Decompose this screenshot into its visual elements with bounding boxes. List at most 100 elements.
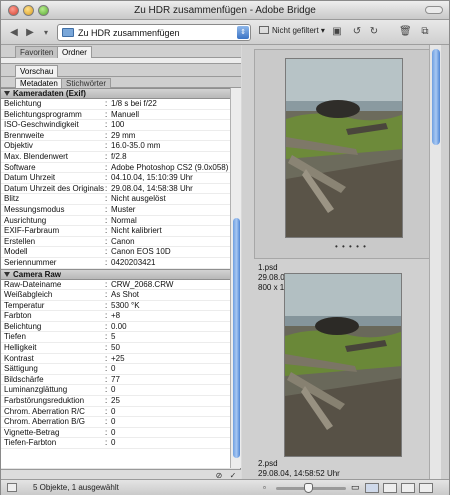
metadata-row[interactable]: Objektiv 16.0-35.0 mm xyxy=(1,141,230,152)
rotate-right-icon[interactable]: ↻ xyxy=(368,26,380,38)
tab-stichwoerter[interactable]: Stichwörter xyxy=(61,78,112,88)
tab-ordner[interactable]: Ordner xyxy=(57,46,92,58)
metadata-row[interactable]: ISO-Geschwindigkeit 100 xyxy=(1,120,230,131)
thumbnail-card-1[interactable]: • • • • • xyxy=(254,49,434,259)
metadata-key: Belichtung xyxy=(4,321,42,331)
tab-vorschau[interactable]: Vorschau xyxy=(15,65,59,77)
metadata-row[interactable]: Vignette-Betrag 0 xyxy=(1,428,230,439)
compact-mode-icon[interactable]: ⧉ xyxy=(419,26,431,38)
metadata-row[interactable]: Bildschärfe 77 xyxy=(1,375,230,386)
metadata-key: Ausrichtung xyxy=(4,215,47,225)
metadata-key: Tiefen-Farbton xyxy=(4,438,57,448)
thumbnail-size-slider[interactable] xyxy=(276,483,346,493)
metadata-row[interactable]: Kontrast +25 xyxy=(1,354,230,365)
panel-toggle-icon[interactable] xyxy=(7,483,17,492)
metadata-row[interactable]: Blitz Nicht ausgelöst xyxy=(1,194,230,205)
back-arrow-icon[interactable]: ◀ xyxy=(7,26,21,39)
metadata-row[interactable]: Raw-Dateiname CRW_2068.CRW xyxy=(1,280,230,291)
location-label: Zu HDR zusammenfügen xyxy=(78,28,180,38)
item-2-date: 29.08.04, 14:58:52 Uhr xyxy=(258,469,340,478)
metadata-row[interactable]: Belichtung 1/8 s bei f/22 xyxy=(1,99,230,110)
metadata-row[interactable]: Max. Blendenwert f/2.8 xyxy=(1,152,230,163)
metadata-row[interactable]: Belichtungsprogramm Manuell xyxy=(1,110,230,121)
filter-icon xyxy=(259,26,269,34)
metadata-key: Messungsmodus xyxy=(4,204,65,214)
metadata-row[interactable]: Luminanzglättung 0 xyxy=(1,385,230,397)
metadata-row[interactable]: EXIF-Farbraum Nicht kalibriert xyxy=(1,226,230,237)
metadata-row[interactable]: Seriennummer 0420203421 xyxy=(1,258,230,269)
metadata-row[interactable]: Tiefen 5 xyxy=(1,332,230,344)
metadata-key: EXIF-Farbraum xyxy=(4,226,60,236)
thumbnail-image-1[interactable] xyxy=(285,58,403,238)
metadata-key: Chrom. Aberration B/G xyxy=(4,417,85,427)
disclosure-triangle-icon[interactable] xyxy=(4,91,10,96)
location-dropdown[interactable]: Zu HDR zusammenfügen ⇕ xyxy=(57,24,251,41)
metadata-row[interactable]: Farbstörungsreduktion 25 xyxy=(1,396,230,407)
tab-metadaten[interactable]: Metadaten xyxy=(15,78,63,88)
metadata-scroll-thumb[interactable] xyxy=(233,218,240,458)
filmstrip-view-button[interactable] xyxy=(383,483,397,493)
section-header[interactable]: Camera Raw xyxy=(1,268,230,280)
tab-favoriten[interactable]: Favoriten xyxy=(15,46,59,58)
metadata-key: Luminanzglättung xyxy=(4,385,68,395)
section-header[interactable]: Kameradaten (Exif) xyxy=(1,88,230,99)
metadata-key: Belichtung xyxy=(4,99,42,108)
metadata-value: 5300 °K xyxy=(105,301,139,311)
metadata-row[interactable]: Chrom. Aberration B/G 0 xyxy=(1,417,230,428)
rating-dots[interactable]: • • • • • xyxy=(335,242,367,251)
history-dropdown-icon[interactable]: ▾ xyxy=(39,26,53,39)
metadata-key: ISO-Geschwindigkeit xyxy=(4,120,79,130)
metadata-value: +8 xyxy=(105,311,120,321)
metadata-value: CRW_2068.CRW xyxy=(105,280,173,290)
bridge-window: Zu HDR zusammenfügen - Adobe Bridge ◀ ▶ … xyxy=(0,0,450,495)
metadata-row[interactable]: Farbton +8 xyxy=(1,311,230,322)
disclosure-triangle-icon[interactable] xyxy=(4,271,10,277)
metadata-row[interactable]: Modell Canon EOS 10D xyxy=(1,247,230,258)
metadata-value: Manuell xyxy=(105,110,139,120)
metadata-key: Seriennummer xyxy=(4,257,57,267)
filter-menu[interactable]: Nicht gefiltert ▾ xyxy=(259,26,325,35)
metadata-key: Modell xyxy=(4,247,28,257)
metadata-scrollbar[interactable] xyxy=(230,88,241,468)
toolbar-toggle-button[interactable] xyxy=(425,6,443,14)
section-title: Kameradaten (Exif) xyxy=(13,89,86,98)
versions-view-button[interactable] xyxy=(419,483,433,493)
rotate-left-icon[interactable]: ↺ xyxy=(351,26,363,38)
metadata-value: 5 xyxy=(104,332,115,342)
thumbnail-image-2[interactable] xyxy=(284,273,402,457)
metadata-value: 1/8 s bei f/22 xyxy=(105,99,157,109)
metadata-row[interactable]: Messungsmodus Muster xyxy=(1,205,230,216)
slider-knob[interactable] xyxy=(304,483,313,493)
metadata-row[interactable]: Tiefen-Farbton 0 xyxy=(1,438,230,449)
content-scroll-thumb[interactable] xyxy=(432,49,440,145)
preview-tab-row: Vorschau xyxy=(1,64,241,77)
metadata-row[interactable]: Weißabgleich As Shot xyxy=(1,290,230,301)
new-folder-icon[interactable]: ▣ xyxy=(331,26,343,38)
metadata-row[interactable]: Belichtung 0.00 xyxy=(1,322,230,333)
metadata-row[interactable]: Sättigung 0 xyxy=(1,364,230,375)
metadata-row[interactable]: Ausrichtung Normal xyxy=(1,216,230,227)
metadata-row[interactable]: Datum Uhrzeit des Originals29.08.04, 14:… xyxy=(1,184,230,195)
metadata-value: 0 xyxy=(104,385,115,395)
metadata-row[interactable]: Helligkeit 50 xyxy=(1,343,230,354)
thumbnail-view-button[interactable] xyxy=(365,483,379,493)
metadata-row[interactable]: Erstellen Canon xyxy=(1,237,230,248)
meta-tab-row: Metadaten Stichwörter xyxy=(1,77,241,88)
content-scrollbar[interactable] xyxy=(429,45,441,479)
metadata-row[interactable]: Chrom. Aberration R/C 0 xyxy=(1,407,230,418)
zoom-out-icon[interactable]: ▫ xyxy=(263,483,266,492)
metadata-row[interactable]: Temperatur 5300 °K xyxy=(1,301,230,312)
metadata-value: 0 xyxy=(104,438,115,448)
metadata-row[interactable]: Software Adobe Photoshop CS2 (9.0x058) xyxy=(1,163,230,174)
metadata-value: Nicht ausgelöst xyxy=(105,194,166,204)
metadata-row[interactable]: Datum Uhrzeit 04.10.04, 15:10:39 Uhr xyxy=(1,173,230,184)
details-view-button[interactable] xyxy=(401,483,415,493)
location-dropdown-arrow-icon[interactable]: ⇕ xyxy=(237,26,249,39)
trash-icon[interactable]: 🗑 xyxy=(399,26,412,38)
forward-arrow-icon[interactable]: ▶ xyxy=(23,26,37,39)
metadata-key: Vignette-Betrag xyxy=(4,427,60,437)
metadata-row[interactable]: Brennweite 29 mm xyxy=(1,131,230,142)
item-1-name: 1.psd xyxy=(258,263,278,272)
window-title: Zu HDR zusammenfügen - Adobe Bridge xyxy=(134,5,316,16)
zoom-in-icon[interactable]: ▭ xyxy=(351,482,360,493)
